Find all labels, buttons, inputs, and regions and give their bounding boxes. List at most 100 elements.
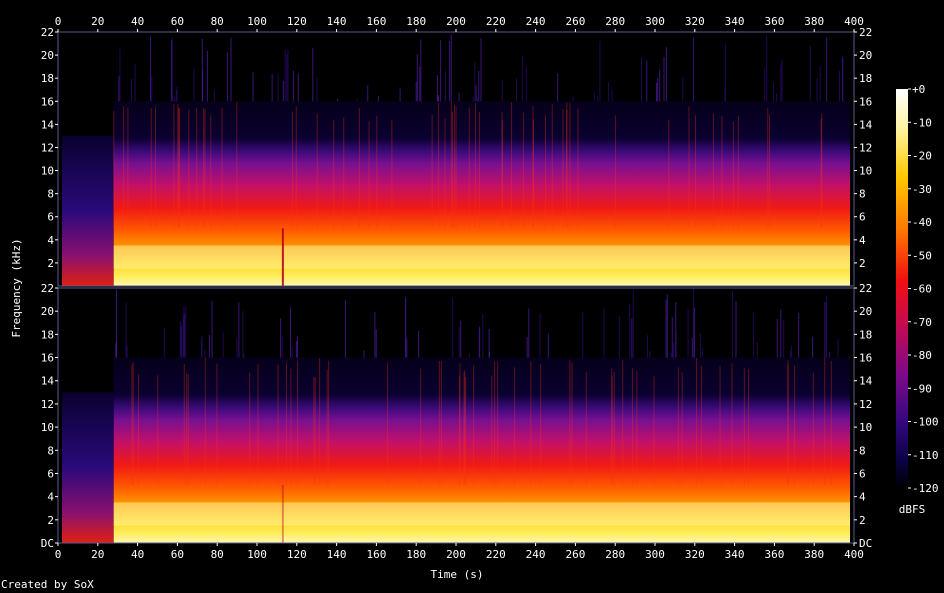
x-tick-label-bottom: 220	[486, 548, 506, 561]
channel-2-intro-energy	[62, 392, 114, 543]
x-tick-label-bottom: 20	[91, 548, 104, 561]
colorbar-label: dBFS	[899, 503, 926, 516]
x-tick-label-top: 320	[685, 15, 705, 28]
created-by-credit: Created by SoX	[1, 578, 94, 591]
channel-1-y-tick-label: 16	[41, 95, 54, 108]
x-tick-label-top: 180	[406, 15, 426, 28]
channel-2-y-tick-label: 10	[41, 421, 54, 434]
channel-2-y-tick-label: 22	[41, 282, 54, 295]
channel-2-y-tick-label: 6	[47, 467, 54, 480]
spectrogram-chart: 2 24 46 68 810 1012 1214 1416 1618 1820 2022 22DC DC…	[10, 15, 939, 581]
channel-1-y-tick-label-right: 10	[859, 165, 872, 178]
channel-2-y-tick-label: 12	[41, 398, 54, 411]
channel-1-panel: 2 24 46 68 810 1012 1214 1416 1618 1820 2022 22	[41, 26, 873, 287]
x-axis-label: Time (s)	[431, 568, 484, 581]
x-tick-label-bottom: 260	[565, 548, 585, 561]
x-tick-label-bottom: 80	[211, 548, 224, 561]
channel-1-y-tick-label-right: 2	[859, 257, 866, 270]
channel-1-y-tick-label: 22	[41, 26, 54, 39]
colorbar-tick-label: +0	[912, 83, 925, 96]
y-axis-label: Frequency (kHz)	[10, 238, 23, 337]
x-tick-label-top: 120	[287, 15, 307, 28]
x-tick-label-bottom: 240	[526, 548, 546, 561]
colorbar-tick-label: -30	[912, 183, 932, 196]
channel-1-y-tick-label-right: 14	[859, 118, 873, 131]
colorbar: +0 -10 -20 -30 -40 -50 -60 -70 -80 -90 -100 -110 -12…	[896, 83, 939, 495]
channel-1-y-tick-label: 8	[47, 188, 54, 201]
x-tick-label-bottom: 100	[247, 548, 267, 561]
channel-1-y-tick-label-right: 18	[859, 72, 872, 85]
colorbar-tick-label: -90	[912, 382, 932, 395]
x-tick-label-bottom: 180	[406, 548, 426, 561]
channel-1-y-tick-label: 14	[41, 118, 55, 131]
channel-1-y-tick-label-right: 20	[859, 49, 872, 62]
channel-2-y-tick-label-right: 10	[859, 421, 872, 434]
colorbar-tick-label: -10	[912, 116, 932, 129]
channel-2-y-tick-label-right: 18	[859, 328, 872, 341]
x-tick-label-top: 0	[55, 15, 62, 28]
colorbar-tick-label: -50	[912, 249, 932, 262]
channel-1-y-tick-label-right: 4	[859, 234, 866, 247]
x-tick-label-bottom: 300	[645, 548, 665, 561]
x-tick-label-bottom: 60	[171, 548, 184, 561]
channel-2-y-tick-label-right: 22	[859, 282, 872, 295]
x-tick-label-top: 140	[327, 15, 347, 28]
x-tick-label-top: 340	[725, 15, 745, 28]
channel-1-y-tick-label: 6	[47, 211, 54, 224]
colorbar-tick-label: -80	[912, 349, 932, 362]
x-tick-label-top: 160	[366, 15, 386, 28]
x-tick-label-bottom: 140	[327, 548, 347, 561]
colorbar-tick-label: -60	[912, 283, 932, 296]
x-tick-label-top: 40	[131, 15, 144, 28]
x-tick-label-top: 240	[526, 15, 546, 28]
x-tick-label-bottom: 380	[804, 548, 824, 561]
channel-2-y-tick-label-right: 2	[859, 514, 866, 527]
x-tick-label-top: 380	[804, 15, 824, 28]
x-tick-label-bottom: 400	[844, 548, 864, 561]
channel-2-panel: DC DC2 24 46 68 810 1012 1214 1416 1618 1820 2022 22	[41, 282, 873, 550]
channel-1-y-tick-label: 20	[41, 49, 54, 62]
channel-2-y-tick-label-right: 6	[859, 467, 866, 480]
channel-2-y-tick-label: 2	[47, 514, 54, 527]
channel-1-y-tick-label-right: 8	[859, 188, 866, 201]
x-tick-label-bottom: 320	[685, 548, 705, 561]
channel-2-bright-band	[113, 502, 851, 526]
colorbar-tick-label: -70	[912, 316, 932, 329]
colorbar-tick-label: -100	[912, 416, 939, 429]
channel-2-y-tick-label-right: 8	[859, 444, 866, 457]
channel-1-y-tick-label: 10	[41, 165, 54, 178]
channel-2-y-tick-label-right: 12	[859, 398, 872, 411]
channel-1-y-tick-label: 4	[47, 234, 54, 247]
channel-1-y-tick-label: 2	[47, 257, 54, 270]
x-tick-label-bottom: 120	[287, 548, 307, 561]
x-tick-label-bottom: 340	[725, 548, 745, 561]
channel-1-intro-energy	[62, 135, 114, 286]
x-tick-label-top: 100	[247, 15, 267, 28]
x-tick-label-top: 260	[565, 15, 585, 28]
x-tick-label-top: 280	[605, 15, 625, 28]
x-tick-label-top: 220	[486, 15, 506, 28]
x-tick-label-top: 400	[844, 15, 864, 28]
channel-1-bright-band	[113, 245, 851, 269]
x-tick-label-top: 300	[645, 15, 665, 28]
colorbar-tick-label: -110	[912, 449, 939, 462]
x-tick-label-bottom: 280	[605, 548, 625, 561]
x-tick-label-bottom: 40	[131, 548, 144, 561]
x-tick-label-top: 360	[764, 15, 784, 28]
colorbar-tick-label: -20	[912, 150, 932, 163]
x-tick-label-top: 60	[171, 15, 184, 28]
channel-1-y-tick-label-right: 6	[859, 211, 866, 224]
channel-2-y-tick-label: 16	[41, 352, 54, 365]
channel-2-y-tick-label: 8	[47, 444, 54, 457]
x-tick-label-bottom: 200	[446, 548, 466, 561]
x-tick-label-bottom: 360	[764, 548, 784, 561]
channel-2-y-tick-label-right: 20	[859, 305, 872, 318]
channel-1-y-tick-label-right: 16	[859, 95, 872, 108]
channel-1-y-tick-label: 12	[41, 141, 54, 154]
x-tick-label-top: 20	[91, 15, 104, 28]
colorbar-tick-label: -40	[912, 216, 932, 229]
x-tick-label-top: 200	[446, 15, 466, 28]
channel-2-y-tick-label: 18	[41, 328, 54, 341]
channel-1-y-tick-label: 18	[41, 72, 54, 85]
x-tick-label-bottom: 0	[55, 548, 62, 561]
